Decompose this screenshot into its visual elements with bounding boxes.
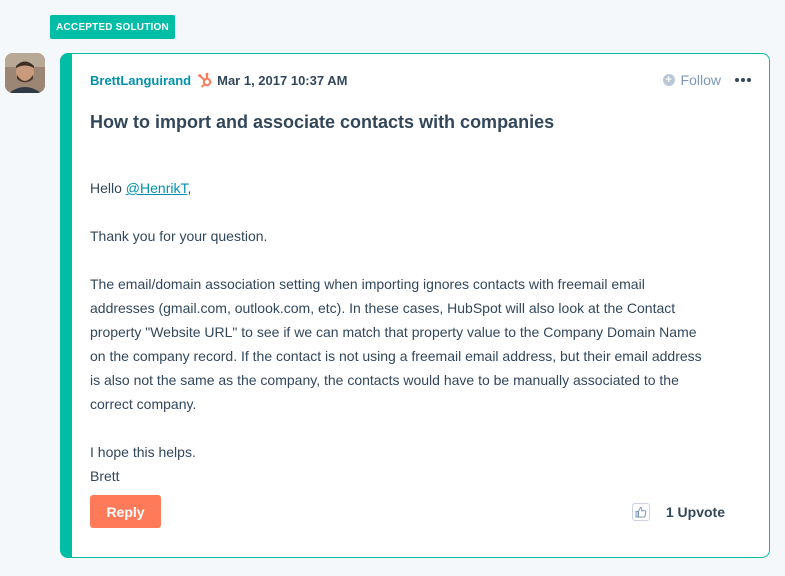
follow-label: Follow xyxy=(680,72,721,88)
upvote-count: 1 Upvote xyxy=(665,504,725,520)
plus-circle-icon: + xyxy=(662,74,675,86)
user-mention-link[interactable]: @HenrikT xyxy=(126,180,188,196)
accepted-reply-card: BrettLanguirand Mar 1, 2017 10:37 AM + F… xyxy=(60,53,770,558)
body-paragraph-2-line-5: is also not the same as the company, the… xyxy=(90,372,679,388)
accepted-solution-label: ACCEPTED SOLUTION xyxy=(56,21,169,33)
ellipsis-icon[interactable] xyxy=(735,78,751,82)
author-avatar[interactable] xyxy=(5,53,45,93)
community-post-thread: ACCEPTED SOLUTION BrettLanguirand Mar 1,… xyxy=(0,0,785,576)
follow-button[interactable]: + Follow xyxy=(662,72,721,88)
body-paragraph-2-line-3: property "Website URL" to see if we can … xyxy=(90,324,697,340)
greeting-line: Hello @HenrikT, xyxy=(90,176,750,200)
body-paragraph-1: Thank you for your question. xyxy=(90,228,268,244)
author-name-link[interactable]: BrettLanguirand xyxy=(90,73,191,88)
post-actions: + Follow xyxy=(662,72,751,88)
reply-button[interactable]: Reply xyxy=(90,495,161,528)
post-title: How to import and associate contacts wit… xyxy=(90,112,555,132)
body-paragraph-2-line-4: on the company record. If the contact is… xyxy=(90,348,702,364)
body-paragraph-2-line-2: addresses (gmail.com, outlook.com, etc).… xyxy=(90,300,676,316)
upvote-area: 1 Upvote xyxy=(631,503,725,521)
accepted-solution-badge: ACCEPTED SOLUTION xyxy=(50,15,175,39)
body-paragraph-2-line-6: correct company. xyxy=(90,396,197,412)
post-body: Hello @HenrikT, Thank you for your quest… xyxy=(90,176,750,488)
thumbs-up-icon[interactable] xyxy=(631,503,650,521)
closing-line: I hope this helps. xyxy=(90,444,196,460)
post-timestamp: Mar 1, 2017 10:37 AM xyxy=(217,72,348,88)
post-header: BrettLanguirand Mar 1, 2017 10:37 AM + F… xyxy=(90,70,751,90)
signature-line: Brett xyxy=(90,468,120,484)
greeting-text: Hello xyxy=(90,180,126,196)
body-paragraph-2-line-1: The email/domain association setting whe… xyxy=(90,276,645,292)
avatar-image xyxy=(5,53,45,93)
greeting-punctuation: , xyxy=(187,180,192,196)
hubspot-sprocket-icon xyxy=(197,72,213,88)
